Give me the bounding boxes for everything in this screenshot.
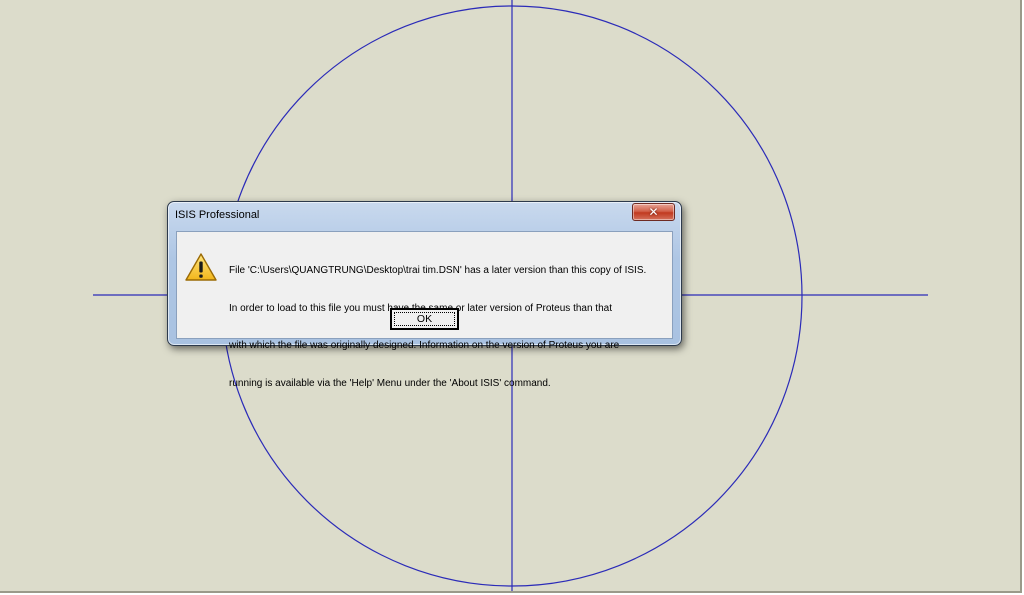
message-line: running is available via the 'Help' Menu… bbox=[229, 377, 551, 389]
dialog-titlebar[interactable]: ISIS Professional ✕ bbox=[168, 202, 681, 229]
dialog-body: File 'C:\Users\QUANGTRUNG\Desktop\trai t… bbox=[176, 231, 673, 389]
warning-triangle-icon bbox=[185, 253, 217, 281]
ok-button[interactable]: OK bbox=[390, 308, 459, 330]
dialog-title: ISIS Professional bbox=[175, 209, 260, 221]
close-icon: ✕ bbox=[648, 205, 659, 219]
message-line: with which the file was originally desig… bbox=[229, 340, 620, 351]
message-line: File 'C:\Users\QUANGTRUNG\Desktop\trai t… bbox=[229, 265, 647, 276]
close-button[interactable]: ✕ bbox=[632, 203, 675, 221]
error-dialog: ISIS Professional ✕ File 'C:\Users\QUANG… bbox=[167, 201, 682, 389]
ok-button-label: OK bbox=[394, 312, 455, 326]
